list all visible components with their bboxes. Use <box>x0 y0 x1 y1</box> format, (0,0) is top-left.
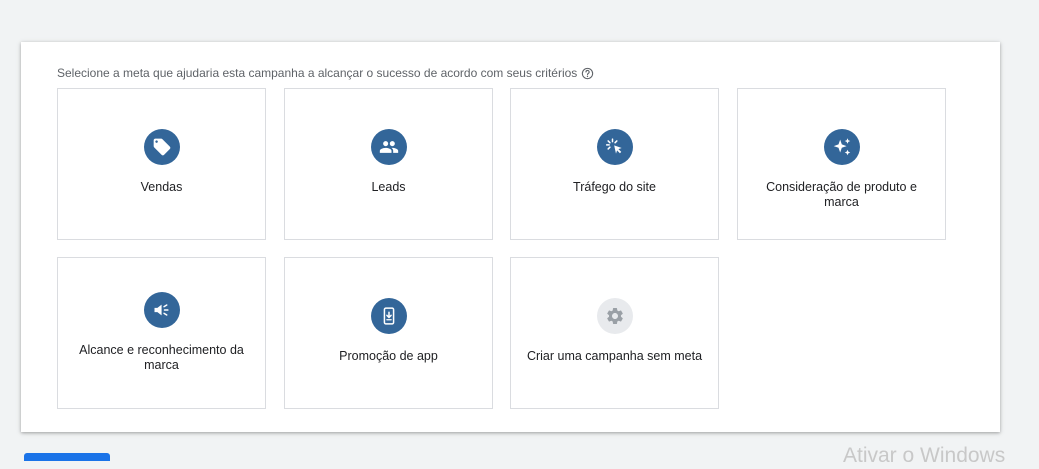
tag-icon <box>143 129 180 165</box>
goal-label: Consideração de produto e marca <box>766 180 917 209</box>
goal-tile-promocao-app[interactable]: Promoção de app <box>284 257 493 409</box>
goal-label: Vendas <box>140 180 183 194</box>
goal-selection-card: Selecione a meta que ajudaria esta campa… <box>21 42 1000 432</box>
goal-tile-leads[interactable]: Leads <box>284 88 493 240</box>
goal-tile-consideracao[interactable]: Consideração de produto e marca <box>737 88 946 240</box>
phone-download-icon <box>370 298 407 334</box>
megaphone-icon <box>143 292 180 328</box>
cursor-click-icon <box>596 129 633 165</box>
sparkle-icon <box>823 129 860 165</box>
goal-tile-vendas[interactable]: Vendas <box>57 88 266 240</box>
goal-label: Leads <box>371 180 406 194</box>
goal-tile-alcance[interactable]: Alcance e reconhecimento da marca <box>57 257 266 409</box>
continue-button[interactable] <box>24 453 110 461</box>
goal-tile-sem-meta[interactable]: Criar uma campanha sem meta <box>510 257 719 409</box>
help-circle-icon[interactable] <box>581 67 594 80</box>
goal-prompt: Selecione a meta que ajudaria esta campa… <box>57 66 594 80</box>
goal-prompt-text: Selecione a meta que ajudaria esta campa… <box>57 66 578 80</box>
goal-label: Alcance e reconhecimento da marca <box>79 343 244 372</box>
goal-label: Criar uma campanha sem meta <box>526 349 703 363</box>
people-icon <box>370 129 407 165</box>
windows-activation-watermark: Ativar o Windows <box>843 444 1006 467</box>
goal-label: Tráfego do site <box>573 180 656 194</box>
goal-label: Promoção de app <box>339 349 438 363</box>
gear-icon <box>596 298 633 334</box>
goal-tile-trafego[interactable]: Tráfego do site <box>510 88 719 240</box>
